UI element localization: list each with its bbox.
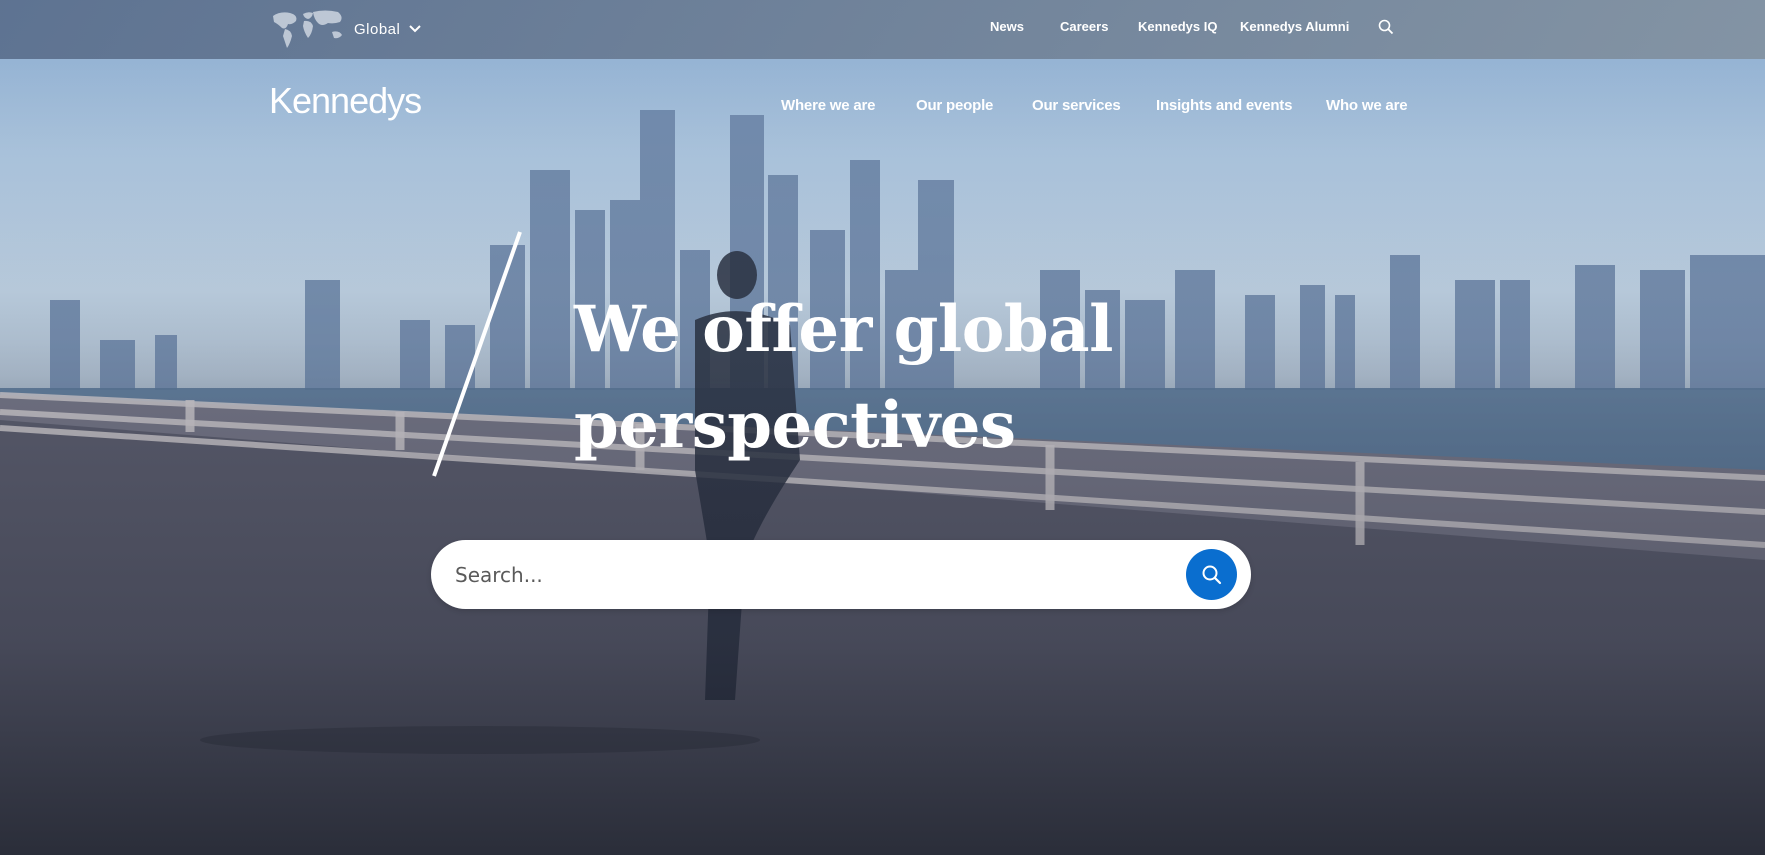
kennedys-logo[interactable]: Kennedys xyxy=(269,80,422,122)
nav-item-who-we-are[interactable]: Who we are xyxy=(1326,97,1408,114)
nav-item-our-services[interactable]: Our services xyxy=(1032,97,1121,114)
nav-item-our-people[interactable]: Our people xyxy=(916,97,993,114)
search-icon xyxy=(1202,565,1221,584)
utility-link-kennedys-alumni[interactable]: Kennedys Alumni xyxy=(1240,19,1349,34)
nav-item-insights-and-events[interactable]: Insights and events xyxy=(1156,97,1292,114)
utility-bar: Global News Careers Kennedys IQ Kennedys… xyxy=(0,0,1765,59)
nav-item-where-we-are[interactable]: Where we are xyxy=(781,97,876,114)
utility-link-careers[interactable]: Careers xyxy=(1060,19,1108,34)
hero-search-box xyxy=(431,540,1251,609)
decorative-slash xyxy=(432,231,522,477)
utility-link-kennedys-iq[interactable]: Kennedys IQ xyxy=(1138,19,1217,34)
hero-headline-line-2: perspectives xyxy=(574,388,1016,463)
hero-headline-line-1: We offer global xyxy=(574,292,1113,367)
hero-headline: We offer global perspectives xyxy=(574,282,1174,474)
utility-link-news[interactable]: News xyxy=(990,19,1024,34)
search-input[interactable] xyxy=(455,555,1145,595)
utility-links: News Careers Kennedys IQ Kennedys Alumni xyxy=(0,19,1765,41)
search-icon[interactable] xyxy=(1378,19,1394,35)
search-button[interactable] xyxy=(1186,549,1237,600)
